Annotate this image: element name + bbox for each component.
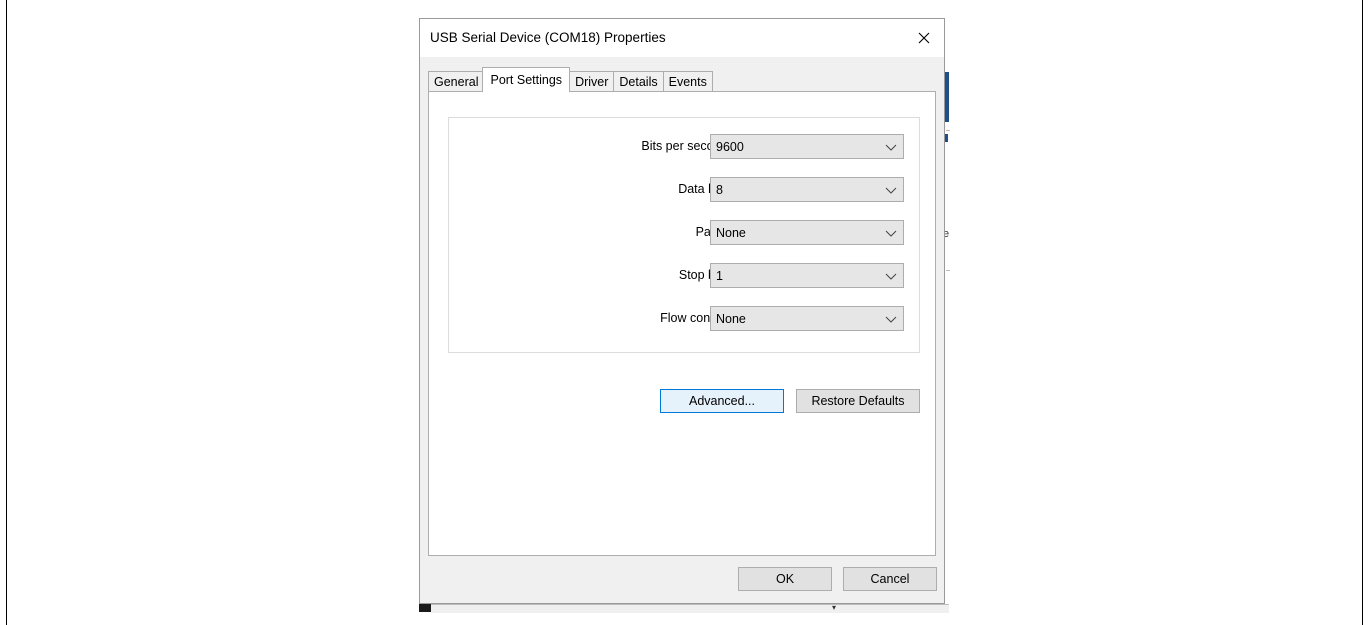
title-bar[interactable]: USB Serial Device (COM18) Properties [420, 19, 944, 57]
chevron-down-icon [885, 144, 897, 151]
tab-port-settings[interactable]: Port Settings [482, 67, 571, 92]
tab-details[interactable]: Details [613, 71, 664, 92]
background-divider [946, 270, 950, 271]
chevron-down-icon [885, 187, 897, 194]
tab-strip: General Port Settings Driver Details Eve… [428, 67, 713, 92]
close-icon [918, 32, 930, 44]
background-accent-bar [945, 72, 949, 122]
background-chevron-down-icon: ▾ [832, 603, 837, 612]
stop-bits-row: Stop bits: 1 [449, 263, 919, 289]
parity-value: None [716, 226, 746, 240]
dialog-title: USB Serial Device (COM18) Properties [430, 30, 666, 45]
advanced-button[interactable]: Advanced... [660, 389, 784, 413]
tab-label: Driver [575, 75, 609, 89]
restore-defaults-button[interactable]: Restore Defaults [796, 389, 920, 413]
data-bits-value: 8 [716, 183, 723, 197]
stop-bits-value: 1 [716, 269, 723, 283]
chevron-down-icon [885, 316, 897, 323]
advanced-button-label: Advanced... [688, 394, 755, 408]
properties-dialog: USB Serial Device (COM18) Properties Gen… [419, 18, 945, 604]
bits-per-second-select[interactable]: 9600 [710, 134, 904, 159]
chevron-down-icon [885, 230, 897, 237]
flow-control-select[interactable]: None [710, 306, 904, 331]
settings-group: Bits per second: 9600 Data bits: 8 Parit… [448, 117, 920, 353]
ok-button[interactable]: OK [738, 567, 832, 591]
background-window-corner [419, 604, 431, 612]
data-bits-row: Data bits: 8 [449, 177, 919, 203]
close-button[interactable] [904, 19, 944, 57]
flow-control-row: Flow control: None [449, 306, 919, 332]
tab-general[interactable]: General [428, 71, 485, 92]
restore-defaults-button-label: Restore Defaults [811, 394, 905, 408]
tab-events[interactable]: Events [662, 71, 713, 92]
data-bits-select[interactable]: 8 [710, 177, 904, 202]
stop-bits-select[interactable]: 1 [710, 263, 904, 288]
tab-label: General [434, 75, 479, 89]
bits-per-second-row: Bits per second: 9600 [449, 134, 919, 160]
flow-control-value: None [716, 312, 746, 326]
chevron-down-icon [885, 273, 897, 280]
background-divider [946, 130, 950, 131]
bits-per-second-value: 9600 [716, 140, 744, 154]
tab-label: Details [619, 75, 658, 89]
background-window-bottom [431, 604, 949, 613]
port-settings-panel: Bits per second: 9600 Data bits: 8 Parit… [428, 91, 936, 556]
tab-driver[interactable]: Driver [569, 71, 615, 92]
cancel-button[interactable]: Cancel [843, 567, 937, 591]
cancel-button-label: Cancel [870, 572, 910, 586]
tab-label: Port Settings [490, 73, 563, 87]
parity-row: Parity: None [449, 220, 919, 246]
tab-label: Events [668, 75, 707, 89]
ok-button-label: OK [775, 572, 795, 586]
parity-select[interactable]: None [710, 220, 904, 245]
background-accent-mark [945, 134, 948, 142]
